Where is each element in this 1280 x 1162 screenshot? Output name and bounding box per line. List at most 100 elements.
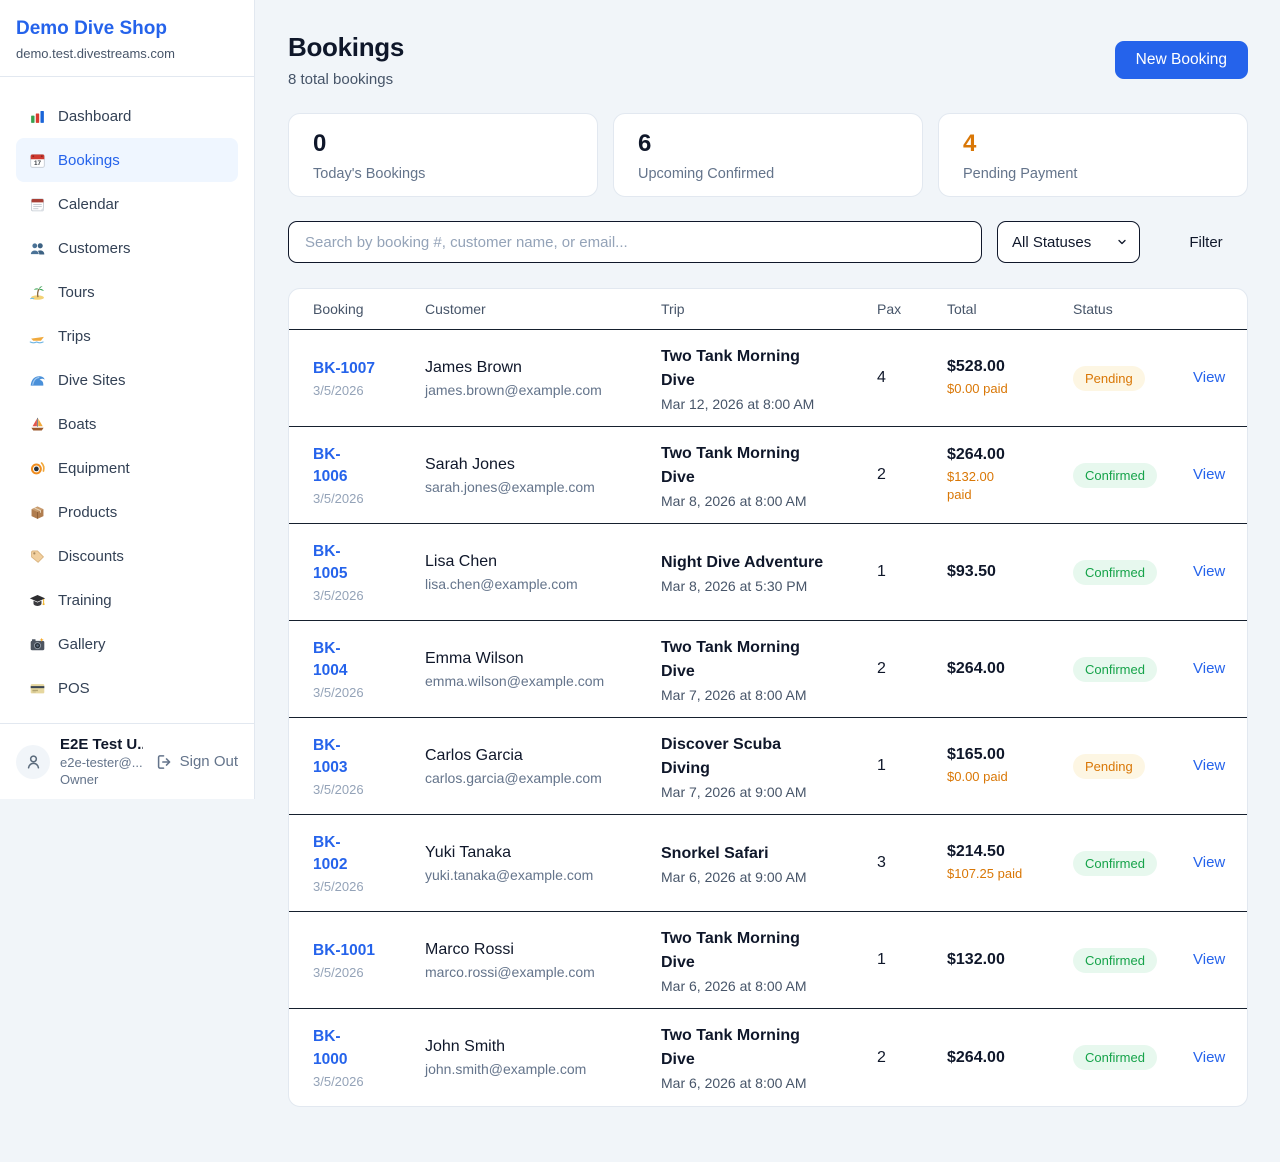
- view-link[interactable]: View: [1193, 1049, 1225, 1066]
- status-badge: Pending: [1073, 366, 1145, 391]
- stat-value: 4: [963, 130, 1223, 159]
- status-badge: Confirmed: [1073, 657, 1157, 682]
- filter-button[interactable]: Filter: [1164, 234, 1248, 251]
- customer-name: Marco Rossi: [425, 941, 661, 959]
- customer-email: john.smith@example.com: [425, 1061, 661, 1077]
- total-amount: $214.50: [947, 843, 1073, 861]
- customer-email: carlos.garcia@example.com: [425, 770, 661, 786]
- sidebar-item-label: Tours: [58, 284, 95, 301]
- sidebar-item-equipment[interactable]: Equipment: [16, 446, 238, 490]
- sidebar-item-trips[interactable]: Trips: [16, 314, 238, 358]
- total-amount: $528.00: [947, 358, 1073, 376]
- page-title: Bookings: [288, 32, 404, 63]
- sidebar-item-dashboard[interactable]: Dashboard: [16, 94, 238, 138]
- sidebar-item-bookings[interactable]: 17Bookings: [16, 138, 238, 182]
- table-row: BK-1002 3/5/2026 Yuki Tanaka yuki.tanaka…: [289, 815, 1247, 912]
- calendar-17-icon: 17: [28, 151, 46, 169]
- pax-count: 1: [877, 757, 947, 775]
- customer-name: John Smith: [425, 1038, 661, 1056]
- total-amount: $264.00: [947, 660, 1073, 678]
- pax-count: 2: [877, 1049, 947, 1067]
- user-name: E2E Test U...: [60, 736, 143, 753]
- total-amount: $264.00: [947, 1049, 1073, 1067]
- pax-count: 1: [877, 951, 947, 969]
- total-amount: $132.00: [947, 951, 1073, 969]
- status-filter-value: All Statuses: [1012, 234, 1091, 251]
- sidebar-item-calendar[interactable]: Calendar: [16, 182, 238, 226]
- total-amount: $93.50: [947, 563, 1073, 581]
- sidebar-item-pos[interactable]: POS: [16, 666, 238, 710]
- booking-id-link[interactable]: BK-1005: [313, 541, 351, 586]
- stat-card-pending-payment: 4 Pending Payment: [938, 113, 1248, 197]
- pax-count: 2: [877, 660, 947, 678]
- bar-chart-icon: [28, 107, 46, 125]
- bookings-table: Booking Customer Trip Pax Total Status B…: [288, 288, 1248, 1107]
- trip-datetime: Mar 6, 2026 at 8:00 AM: [661, 978, 877, 994]
- credit-card-icon: [28, 679, 46, 697]
- sidebar-header: Demo Dive Shop demo.test.divestreams.com: [0, 0, 254, 77]
- booking-id-link[interactable]: BK-1002: [313, 832, 351, 877]
- grad-cap-icon: [28, 591, 46, 609]
- search-input[interactable]: [288, 221, 982, 263]
- view-link[interactable]: View: [1193, 369, 1225, 386]
- view-link[interactable]: View: [1193, 466, 1225, 483]
- booking-id-link[interactable]: BK-1006: [313, 444, 351, 489]
- view-link[interactable]: View: [1193, 660, 1225, 677]
- view-link[interactable]: View: [1193, 951, 1225, 968]
- new-booking-button[interactable]: New Booking: [1115, 41, 1248, 79]
- booking-id-link[interactable]: BK-1000: [313, 1026, 351, 1071]
- sidebar-item-label: Products: [58, 504, 117, 521]
- person-icon: [24, 752, 43, 771]
- status-filter-select[interactable]: All Statuses: [997, 221, 1140, 263]
- sidebar-item-boats[interactable]: Boats: [16, 402, 238, 446]
- column-header-status: Status: [1073, 301, 1193, 317]
- pax-count: 1: [877, 563, 947, 581]
- sidebar-item-training[interactable]: Training: [16, 578, 238, 622]
- stat-value: 0: [313, 130, 573, 159]
- sidebar-nav: Dashboard 17BookingsCalendarCustomers Tour…: [0, 77, 254, 723]
- booking-id-link[interactable]: BK-1003: [313, 735, 351, 780]
- sign-out-button[interactable]: Sign Out: [155, 753, 238, 771]
- sidebar-item-tours[interactable]: Tours: [16, 270, 238, 314]
- view-link[interactable]: View: [1193, 854, 1225, 871]
- sidebar-item-label: Dive Sites: [58, 372, 126, 389]
- customer-name: Carlos Garcia: [425, 747, 661, 765]
- sidebar-item-label: Dashboard: [58, 108, 131, 125]
- chevron-down-icon: [1116, 236, 1128, 248]
- booking-created-date: 3/5/2026: [313, 588, 425, 603]
- customer-email: sarah.jones@example.com: [425, 479, 661, 495]
- trip-datetime: Mar 8, 2026 at 8:00 AM: [661, 493, 877, 509]
- customer-name: Yuki Tanaka: [425, 844, 661, 862]
- table-header-row: Booking Customer Trip Pax Total Status: [289, 289, 1247, 330]
- booking-id-link[interactable]: BK-1004: [313, 638, 351, 683]
- shop-name: Demo Dive Shop: [16, 18, 238, 40]
- status-badge: Confirmed: [1073, 1045, 1157, 1070]
- sidebar-item-products[interactable]: Products: [16, 490, 238, 534]
- stat-value: 6: [638, 130, 898, 159]
- paid-amount: $0.00 paid: [947, 380, 1073, 398]
- sidebar-item-label: Boats: [58, 416, 96, 433]
- view-link[interactable]: View: [1193, 563, 1225, 580]
- customer-email: marco.rossi@example.com: [425, 964, 661, 980]
- status-badge: Confirmed: [1073, 948, 1157, 973]
- sign-out-icon: [155, 753, 173, 771]
- sidebar-item-gallery[interactable]: Gallery: [16, 622, 238, 666]
- page-subtitle: 8 total bookings: [288, 71, 404, 88]
- user-role: Owner: [60, 772, 143, 787]
- paid-amount: $132.00 paid: [947, 468, 1001, 504]
- booking-created-date: 3/5/2026: [313, 965, 425, 980]
- column-header-customer: Customer: [425, 301, 661, 317]
- sidebar-item-label: Discounts: [58, 548, 124, 565]
- sidebar-item-dive-sites[interactable]: Dive Sites: [16, 358, 238, 402]
- stats-row: 0 Today's Bookings 6 Upcoming Confirmed …: [288, 113, 1248, 197]
- booking-id-link[interactable]: BK-1007: [313, 360, 375, 377]
- booking-id-link[interactable]: BK-1001: [313, 942, 375, 959]
- status-badge: Confirmed: [1073, 560, 1157, 585]
- sidebar-item-customers[interactable]: Customers: [16, 226, 238, 270]
- sidebar-user-section: E2E Test U... e2e-tester@... Owner Sign …: [0, 723, 254, 799]
- view-link[interactable]: View: [1193, 757, 1225, 774]
- paid-amount: $0.00 paid: [947, 768, 1073, 786]
- pax-count: 3: [877, 854, 947, 872]
- sailboat-icon: [28, 415, 46, 433]
- sidebar-item-discounts[interactable]: Discounts: [16, 534, 238, 578]
